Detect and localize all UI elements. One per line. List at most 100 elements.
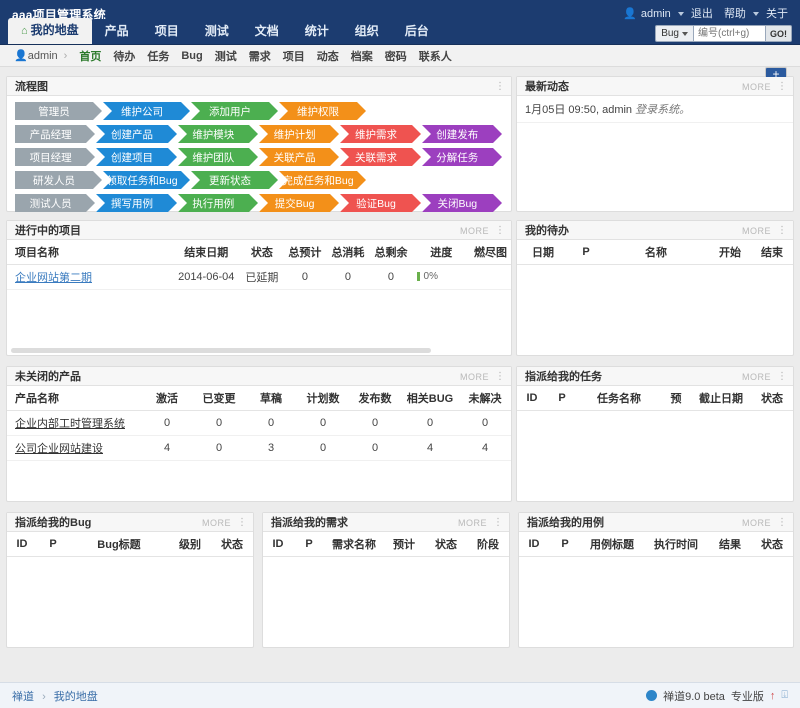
col-product-name[interactable]: 产品名称 [7, 386, 141, 411]
col-changed[interactable]: 已变更 [193, 386, 245, 411]
col-estimate[interactable]: 预 [661, 386, 691, 411]
product-link[interactable]: 公司企业网站建设 [15, 443, 103, 455]
subnav-item-story[interactable]: 需求 [243, 48, 277, 64]
main-tab-product[interactable]: 产品 [92, 19, 142, 44]
search-go-button[interactable]: GO! [766, 25, 792, 42]
col-status[interactable]: 状态 [211, 532, 253, 557]
col-pri[interactable]: P [569, 240, 603, 265]
col-releases[interactable]: 发布数 [349, 386, 401, 411]
col-status[interactable]: 状态 [240, 240, 283, 265]
col-pri[interactable]: P [37, 532, 69, 557]
subnav-item-task[interactable]: 任务 [141, 48, 175, 64]
more-link[interactable]: MORE [458, 518, 487, 528]
flowchart-step[interactable]: 维护权限 [279, 102, 357, 120]
subnav-item-password[interactable]: 密码 [379, 48, 413, 64]
flowchart-step[interactable]: 分解任务 [422, 148, 493, 166]
col-case-title[interactable]: 用例标题 [581, 532, 643, 557]
about-link[interactable]: 关于 [766, 8, 788, 20]
col-story-name[interactable]: 需求名称 [325, 532, 383, 557]
subnav-item-home[interactable]: 首页 [73, 48, 107, 64]
flowchart-step[interactable]: 产品经理 [15, 125, 86, 143]
kebab-menu-icon[interactable]: ⋮ [495, 374, 505, 380]
kebab-menu-icon[interactable]: ⋮ [777, 84, 787, 90]
project-link[interactable]: 企业网站第二期 [15, 272, 92, 284]
flowchart-step[interactable]: 关联需求 [340, 148, 411, 166]
col-pri[interactable]: P [547, 386, 577, 411]
col-id[interactable]: ID [7, 532, 37, 557]
col-stage[interactable]: 阶段 [467, 532, 509, 557]
more-link[interactable]: MORE [742, 372, 771, 382]
main-tab-admin[interactable]: 后台 [392, 19, 442, 44]
main-tab-report[interactable]: 统计 [292, 19, 342, 44]
flowchart-step[interactable]: 维护模块 [178, 125, 249, 143]
horizontal-scrollbar[interactable] [11, 348, 431, 353]
upgrade-icon[interactable]: ↑ [770, 690, 776, 702]
col-deadline[interactable]: 截止日期 [691, 386, 751, 411]
subnav-item-todo[interactable]: 待办 [107, 48, 141, 64]
subnav-item-contact[interactable]: 联系人 [413, 48, 458, 64]
subnav-item-profile[interactable]: 档案 [345, 48, 379, 64]
col-project-name[interactable]: 项目名称 [7, 240, 172, 265]
kebab-menu-icon[interactable]: ⋮ [777, 374, 787, 380]
kebab-menu-icon[interactable]: ⋮ [237, 520, 247, 526]
product-link[interactable]: 企业内部工时管理系统 [15, 418, 125, 430]
main-tab-company[interactable]: 组织 [342, 19, 392, 44]
flowchart-step[interactable]: 研发人员 [15, 171, 93, 189]
search-scope-select[interactable]: Bug [655, 25, 693, 42]
kebab-menu-icon[interactable]: ⋮ [777, 520, 787, 526]
col-status[interactable]: 状态 [751, 386, 793, 411]
main-tab-my-dashboard[interactable]: ⌂我的地盘 [8, 18, 92, 44]
col-id[interactable]: ID [517, 386, 547, 411]
main-tab-doc[interactable]: 文档 [242, 19, 292, 44]
subnav-item-project[interactable]: 项目 [277, 48, 311, 64]
flowchart-step[interactable]: 维护需求 [340, 125, 411, 143]
chevron-down-icon[interactable] [678, 12, 684, 16]
col-burndown[interactable]: 燃尽图 [470, 240, 511, 265]
col-task-name[interactable]: 任务名称 [577, 386, 661, 411]
subnav-item-bug[interactable]: Bug [175, 50, 208, 62]
flowchart-step[interactable]: 创建产品 [96, 125, 167, 143]
breadcrumb-current[interactable]: 我的地盘 [54, 691, 98, 703]
kebab-menu-icon[interactable]: ⋮ [495, 228, 505, 234]
more-link[interactable]: MORE [742, 82, 771, 92]
main-tab-project[interactable]: 项目 [142, 19, 192, 44]
kebab-menu-icon[interactable]: ⋮ [495, 84, 505, 90]
col-name[interactable]: 名称 [603, 240, 709, 265]
subnav-item-dynamic[interactable]: 动态 [311, 48, 345, 64]
col-exec-time[interactable]: 执行时间 [643, 532, 709, 557]
col-status[interactable]: 状态 [751, 532, 793, 557]
flowchart-step[interactable]: 提交Bug [259, 194, 330, 212]
flowchart-step[interactable]: 创建发布 [422, 125, 493, 143]
col-estimate[interactable]: 预计 [383, 532, 425, 557]
col-severity[interactable]: 级别 [169, 532, 211, 557]
col-pri[interactable]: P [549, 532, 581, 557]
flowchart-step[interactable]: 维护计划 [259, 125, 330, 143]
col-status[interactable]: 状态 [425, 532, 467, 557]
flowchart-step[interactable]: 管理员 [15, 102, 93, 120]
breadcrumb-root[interactable]: 禅道 [12, 691, 34, 703]
col-pri[interactable]: P [293, 532, 325, 557]
col-active[interactable]: 激活 [141, 386, 193, 411]
flowchart-step[interactable]: 维护团队 [178, 148, 249, 166]
more-link[interactable]: MORE [742, 518, 771, 528]
subnav-item-test[interactable]: 测试 [209, 48, 243, 64]
col-begin[interactable]: 开始 [709, 240, 751, 265]
col-date[interactable]: 日期 [517, 240, 569, 265]
more-link[interactable]: MORE [202, 518, 231, 528]
col-plans[interactable]: 计划数 [297, 386, 349, 411]
more-link[interactable]: MORE [742, 226, 771, 236]
col-progress[interactable]: 进度 [413, 240, 470, 265]
more-link[interactable]: MORE [460, 226, 489, 236]
col-id[interactable]: ID [519, 532, 549, 557]
col-end-date[interactable]: 结束日期 [172, 240, 240, 265]
col-left[interactable]: 总剩余 [369, 240, 412, 265]
flowchart-step[interactable]: 关闭Bug [422, 194, 493, 212]
help-link[interactable]: 帮助 [724, 8, 746, 20]
chevron-down-icon-help[interactable] [753, 12, 759, 16]
main-tab-test[interactable]: 测试 [192, 19, 242, 44]
col-unresolved[interactable]: 未解决 [459, 386, 511, 411]
flowchart-step[interactable]: 完成任务和Bug [279, 171, 357, 189]
flowchart-step[interactable]: 测试人员 [15, 194, 86, 212]
flowchart-step[interactable]: 执行用例 [178, 194, 249, 212]
logout-link[interactable]: 退出 [691, 8, 713, 20]
